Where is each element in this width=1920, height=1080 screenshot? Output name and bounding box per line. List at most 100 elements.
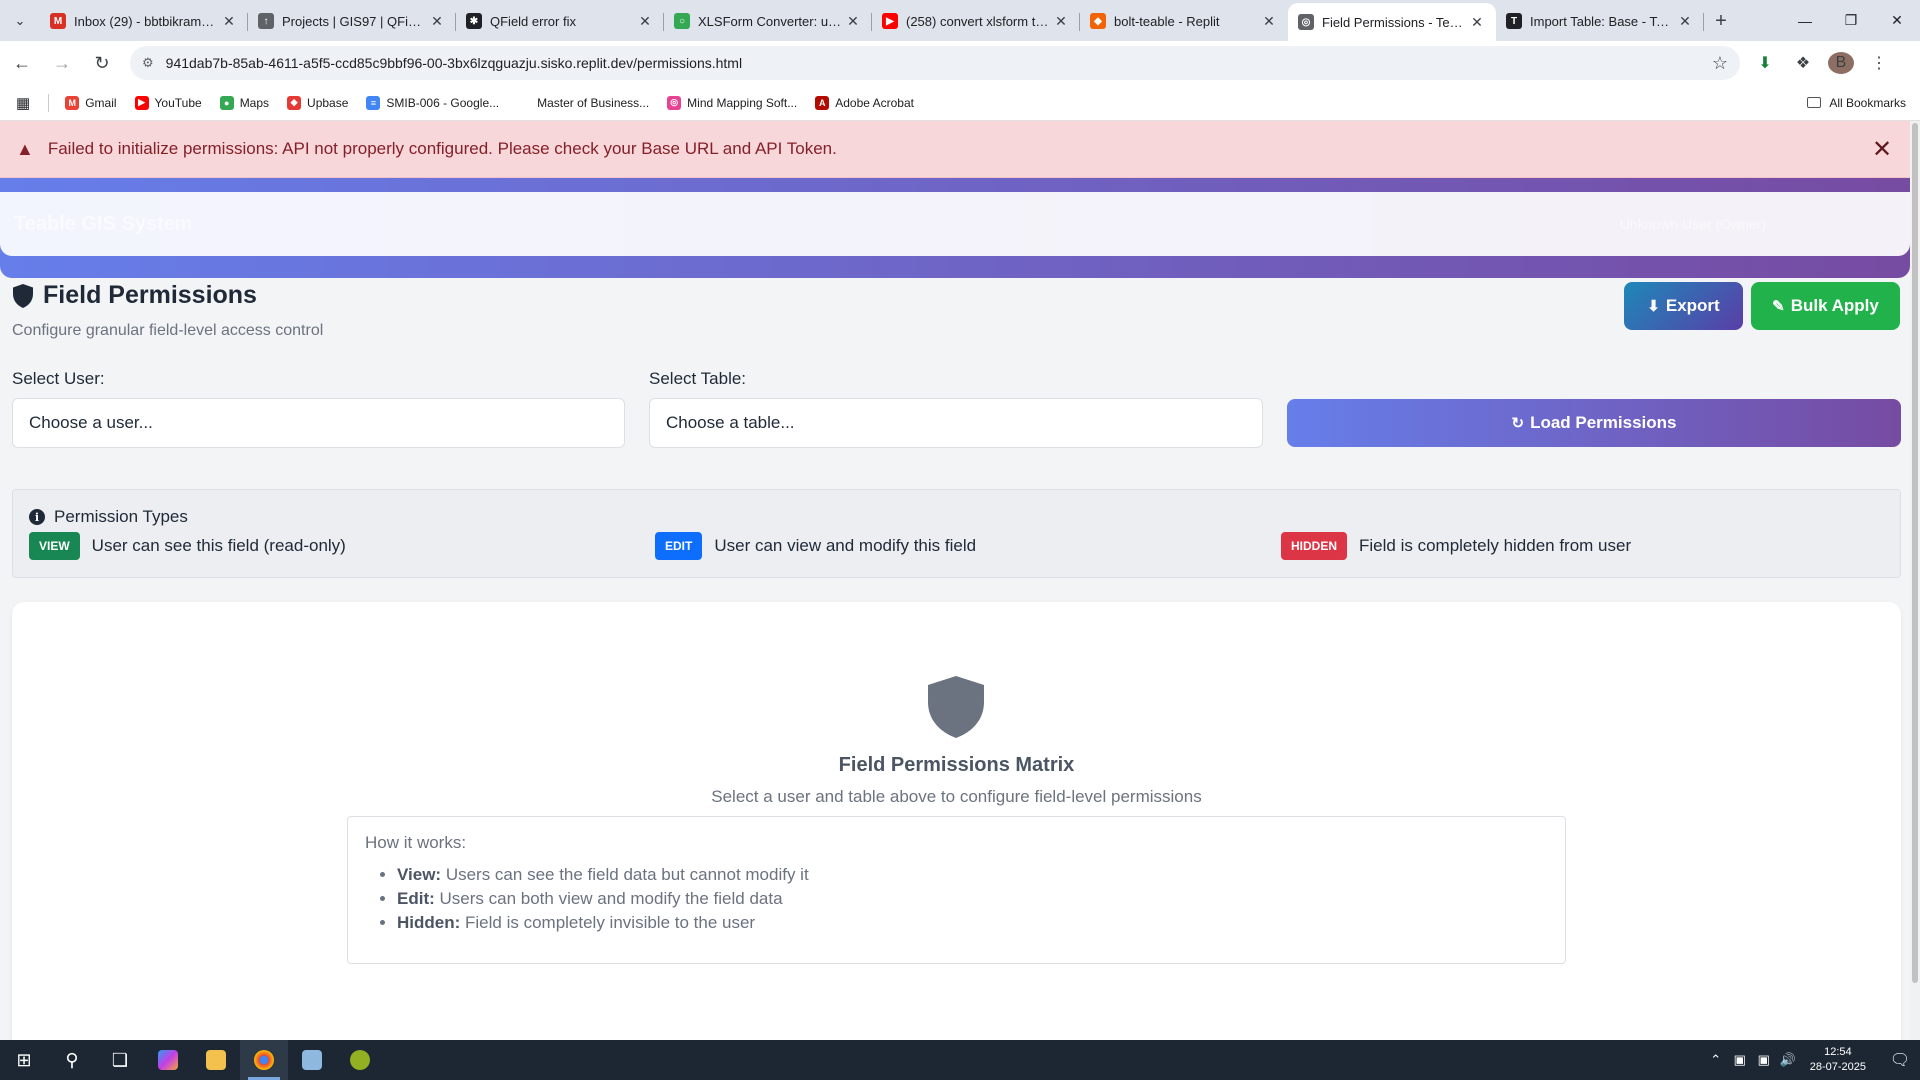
how-it-works-list: View: Users can see the field data but c… [365,863,1548,935]
table-select[interactable]: Choose a table... [649,398,1263,448]
view-badge: VIEW [29,532,80,560]
page-header: Field Permissions Configure granular fie… [12,281,323,340]
bookmark-upbase[interactable]: ◆ Upbase [287,95,348,110]
tab-close-icon[interactable]: ✕ [844,13,862,30]
windows-start-icon[interactable]: ⊞ [0,1040,48,1080]
browser-menu-icon[interactable]: ⋮ [1866,53,1892,73]
bookmark-mind-mapping[interactable]: ◎ Mind Mapping Soft... [667,95,797,110]
close-window-icon[interactable]: ✕ [1874,0,1920,41]
permission-type-view: VIEW User can see this field (read-only) [29,532,346,560]
page-content: ▲ Failed to initialize permissions: API … [0,121,1910,1040]
warning-triangle-icon: ▲ [16,138,34,159]
tab-close-icon[interactable]: ✕ [220,13,238,30]
export-button[interactable]: ⬇ Export [1624,282,1743,330]
alert-message: Failed to initialize permissions: API no… [47,139,837,158]
apps-grid-icon[interactable]: ▦ [16,94,30,112]
reload-icon[interactable]: ↻ [84,45,120,81]
network-icon[interactable]: ▣ [1752,1052,1776,1068]
all-bookmarks-button[interactable]: All Bookmarks [1807,96,1906,110]
browser-tab[interactable]: ◆ bolt-teable - Replit ✕ [1080,4,1288,38]
windows-taskbar: ⊞ ⚲ ❏ ⌃ ▣ ▣ 🔊 12:54 28-07-2025 🗨 [0,1040,1920,1080]
bookmark-adobe-acrobat[interactable]: A Adobe Acrobat [815,95,914,110]
permission-desc: Field is completely hidden from user [1359,536,1632,555]
list-item: View: Users can see the field data but c… [397,863,1548,887]
browser-tab-active[interactable]: ◎ Field Permissions - Teable ✕ [1288,3,1496,41]
hidden-badge: HIDDEN [1281,532,1348,560]
page-title: Field Permissions [12,281,323,310]
bookmark-star-icon[interactable]: ☆ [1712,53,1728,74]
browser-tab[interactable]: T Import Table: Base - Teabl ✕ [1496,4,1704,38]
new-tab-button[interactable]: + [1704,4,1738,38]
address-bar[interactable]: ⚙ 941dab7b-85ab-4611-a5f5-ccd85c9bbf96-0… [130,46,1740,80]
browser-tab[interactable]: M Inbox (29) - bbtbikram@g ✕ [40,4,248,38]
app-brand[interactable]: Teable GIS System [14,213,193,236]
permission-type-hidden: HIDDEN Field is completely hidden from u… [1281,532,1631,560]
browser-tab[interactable]: ✱ QField error fix ✕ [456,4,664,38]
pencil-icon: ✎ [1772,298,1785,315]
load-permissions-button[interactable]: ↻ Load Permissions [1287,399,1901,447]
permissions-matrix-card: Field Permissions Matrix Select a user a… [12,602,1901,1040]
site-info-icon[interactable]: ⚙ [142,55,154,71]
system-clock[interactable]: 12:54 28-07-2025 [1810,1045,1866,1075]
extensions-puzzle-icon[interactable]: ❖ [1790,53,1816,73]
gmail-favicon-icon: M [50,13,66,29]
permission-type-edit: EDIT User can view and modify this field [655,532,976,560]
bookmark-maps[interactable]: ● Maps [219,95,269,110]
download-icon[interactable]: ⬇ [1752,53,1778,73]
browser-tab[interactable]: ▶ (258) convert xlsform to q ✕ [872,4,1080,38]
meet-now-icon[interactable]: ▣ [1728,1052,1752,1068]
tab-close-icon[interactable]: ✕ [1468,14,1486,31]
google-docs-icon: ≡ [366,95,381,110]
url-text[interactable]: 941dab7b-85ab-4611-a5f5-ccd85c9bbf96-00-… [166,55,1712,71]
tab-title: (258) convert xlsform to q [906,13,1052,29]
tab-close-icon[interactable]: ✕ [428,13,446,30]
restore-icon[interactable]: ❐ [1828,0,1874,41]
select-table-label: Select Table: [649,369,747,388]
tab-close-icon[interactable]: ✕ [1260,13,1278,30]
tab-search-chevron-icon[interactable]: ⌄ [0,0,40,41]
qfieldcloud-favicon-icon: ↑ [258,13,274,29]
chrome-taskbar-icon[interactable] [240,1040,288,1080]
search-icon[interactable]: ⚲ [48,1040,96,1080]
teable-favicon-icon: T [1506,13,1522,29]
show-hidden-icons-chevron-icon[interactable]: ⌃ [1704,1052,1728,1068]
tab-close-icon[interactable]: ✕ [1052,13,1070,30]
page-title-text: Field Permissions [43,281,257,309]
tab-title: XLSForm Converter: unloc [698,13,844,29]
profile-avatar[interactable]: B [1828,52,1854,74]
scrollbar-thumb[interactable] [1912,123,1918,983]
bookmark-gmail[interactable]: M Gmail [65,95,117,110]
notepad-taskbar-icon[interactable] [288,1040,336,1080]
file-explorer-icon[interactable] [192,1040,240,1080]
bookmark-smib[interactable]: ≡ SMIB-006 - Google... [366,95,499,110]
alert-close-icon[interactable]: ✕ [1868,135,1896,163]
blank-page-icon [517,95,532,110]
youtube-favicon-icon: ▶ [882,13,898,29]
bookmark-youtube[interactable]: ▶ YouTube [134,95,202,110]
task-view-icon[interactable]: ❏ [96,1040,144,1080]
tab-close-icon[interactable]: ✕ [1676,13,1694,30]
copilot-icon[interactable] [144,1040,192,1080]
forward-arrow-icon[interactable]: → [44,45,80,81]
how-it-works-title: How it works: [365,833,467,852]
minimize-icon[interactable]: — [1782,0,1828,41]
browser-tab-strip: ⌄ M Inbox (29) - bbtbikram@g ✕ ↑ Project… [0,0,1920,41]
tab-close-icon[interactable]: ✕ [636,13,654,30]
xlsform-favicon-icon: ○ [674,13,690,29]
user-select[interactable]: Choose a user... [12,398,625,448]
acrobat-icon: A [815,95,830,110]
page-scrollbar[interactable] [1910,121,1920,1040]
bookmarks-bar: ▦ M Gmail ▶ YouTube ● Maps ◆ Upbase ≡ SMIB-00… [0,85,1920,121]
browser-tab[interactable]: ↑ Projects | GIS97 | QFieldCl ✕ [248,4,456,38]
bulk-apply-button[interactable]: ✎ Bulk Apply [1751,282,1900,330]
select-user-label: Select User: [12,369,105,388]
browser-tab[interactable]: ○ XLSForm Converter: unloc ✕ [664,4,872,38]
mind-mapping-icon: ◎ [667,95,682,110]
error-alert: ▲ Failed to initialize permissions: API … [0,121,1910,178]
tab-title: Inbox (29) - bbtbikram@g [74,13,220,29]
volume-icon[interactable]: 🔊 [1776,1052,1800,1068]
notification-center-icon[interactable]: 🗨 [1880,1050,1920,1070]
back-arrow-icon[interactable]: ← [4,45,40,81]
qgis-taskbar-icon[interactable] [336,1040,384,1080]
bookmark-master-business[interactable]: Master of Business... [517,95,649,110]
